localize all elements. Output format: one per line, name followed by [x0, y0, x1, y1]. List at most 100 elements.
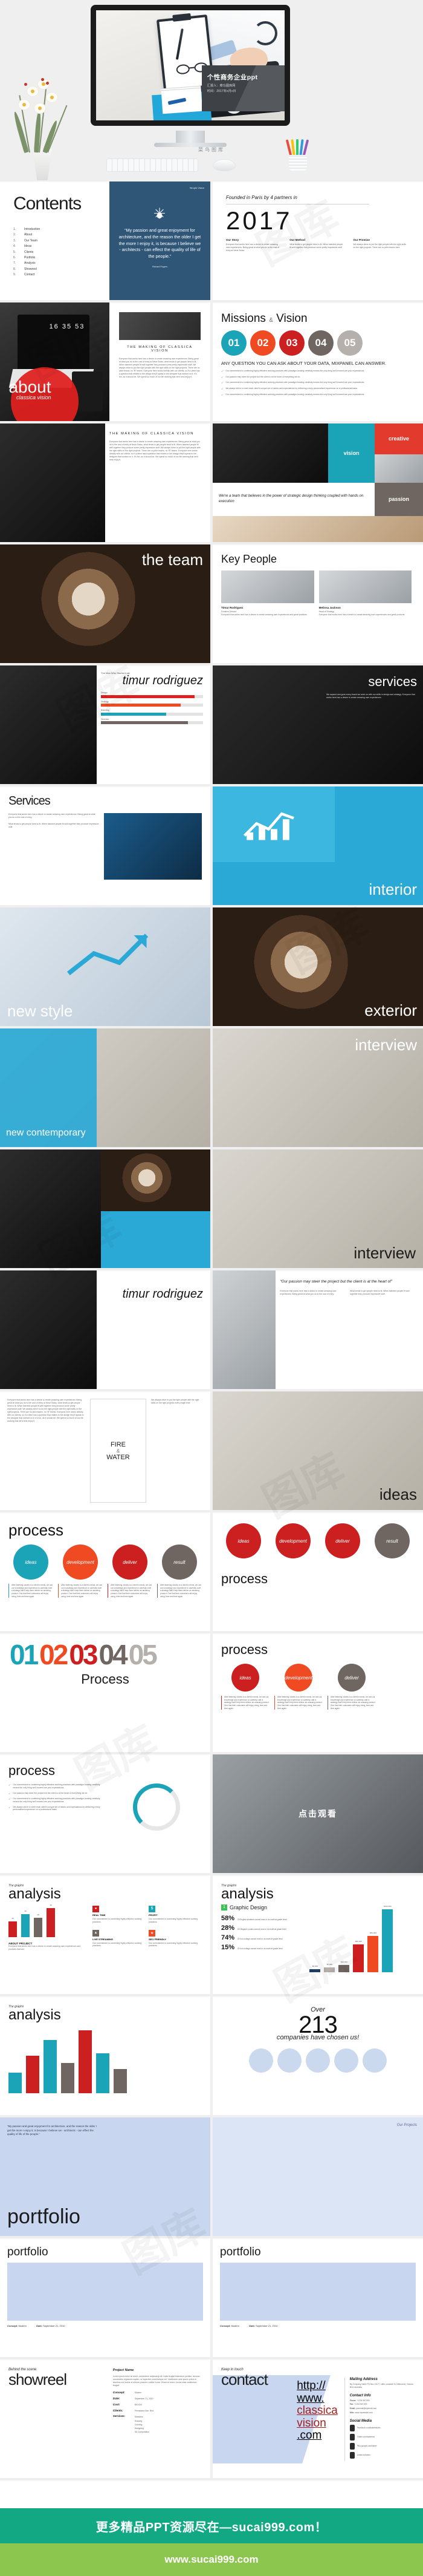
list-item[interactable]: 6. Portfolio	[13, 256, 109, 260]
slide-watch-video[interactable]: 点击观看	[213, 1754, 423, 1873]
watch-label-cn: 点击观看	[299, 1809, 337, 1819]
list-index: 1.	[13, 227, 16, 231]
list-item[interactable]: 5. Clients	[13, 250, 109, 254]
contents-quote-author: Richard Rogers	[152, 265, 167, 268]
showreel-title: showreel	[8, 2370, 67, 2388]
project-field: Date: September 21, 2010	[113, 2397, 202, 2401]
slide-portfolio-card-a[interactable]: portfolio Concept: Modern Date: Septembe…	[0, 2238, 210, 2357]
photo-writing-hand	[0, 665, 97, 784]
twitter-icon	[349, 2433, 355, 2440]
list-item[interactable]: 2. About	[13, 233, 109, 237]
info-value: +1234 567 890	[357, 2399, 370, 2402]
promo-banner-lime[interactable]: www.sucai999.com	[0, 2543, 423, 2576]
slide-portfolio-card-b[interactable]: portfolio Concept: Modern Date: Septembe…	[213, 2238, 423, 2357]
date-label: Date:	[36, 2324, 43, 2327]
list-item[interactable]: 4. Ideas	[13, 244, 109, 248]
slide-exterior[interactable]: exterior	[213, 907, 423, 1026]
skill-bar	[101, 695, 203, 698]
list-item[interactable]: 8. Showreel	[13, 267, 109, 271]
check-item: ✓ Our commitment to combining highly effe…	[8, 1797, 106, 1803]
social-row[interactable]: Plus.google.com/kaiser	[349, 2442, 416, 2450]
social-row[interactable]: Facebook.com/kaiserstudio	[349, 2424, 416, 2431]
process-step-text: After listening closely to a client's ne…	[157, 1584, 202, 1598]
photo-desk-warm	[213, 515, 423, 542]
info-key: Fax:	[349, 2403, 354, 2406]
slide-over-companies[interactable]: Over 213 companies have chosen us!	[213, 1996, 423, 2115]
process-step: deliver After listening closely to a cli…	[328, 1664, 376, 1710]
slide-services-light[interactable]: Services Everyone that works here has a …	[0, 786, 210, 905]
slide-analysis-3[interactable]: The graphs analysis	[0, 1996, 210, 2115]
list-item[interactable]: 1. Introduction	[13, 227, 109, 231]
slide-portfolio-hero-right[interactable]: Our Projects	[213, 2117, 423, 2236]
check-icon: ✓	[221, 387, 224, 391]
ideas-word: ideas	[379, 1485, 417, 1503]
slide-person-mosaic[interactable]	[0, 1149, 210, 1268]
process-step: result After listening closely to a clie…	[157, 1545, 202, 1598]
portfolio-word: portfolio	[7, 2205, 80, 2228]
contact-url[interactable]: http:// www. classica vision .com	[297, 2379, 338, 2442]
slide-about-alt[interactable]: THE MAKING OF CLASSICA VISION Everyone t…	[0, 423, 210, 542]
team-word: the team	[141, 551, 203, 569]
promo-banner-green[interactable]: 更多精品PPT资源尽在—sucai999.com！	[0, 2508, 423, 2543]
slide-passion-quote[interactable]: “Our passion may steer the project but t…	[213, 1270, 423, 1389]
slide-analysis-1[interactable]: The graphs analysis 20 35 28 46 ABOUT PR…	[0, 1875, 210, 1994]
slide-founded[interactable]: Founded in Paris by 4 partners in 2017 O…	[213, 181, 423, 300]
social-row[interactable]: Twitter.com/kaiserart	[349, 2433, 416, 2440]
person-card[interactable]: Timur Rodriguez Creative Director Everyo…	[221, 570, 314, 616]
slide-timur-quote[interactable]: timur rodriguez	[0, 1270, 210, 1389]
missions-amp: &	[269, 317, 273, 324]
donut-chart	[133, 1783, 181, 1831]
slide-interview-2[interactable]: interview	[213, 1149, 423, 1268]
slide-new-style[interactable]: new style	[0, 907, 210, 1026]
card-icon: ▲	[92, 1929, 100, 1937]
slide-missions-vision[interactable]: Missions & Vision 01 02 03 04 05 ANY QUE…	[213, 302, 423, 421]
check-item: ✓ Our commitment to combining highly effe…	[221, 370, 415, 373]
list-index: 8.	[13, 267, 16, 271]
founded-column: Our Promise We always strive to put the …	[353, 238, 408, 252]
slide-fire-water[interactable]: Everyone that works here has a desire to…	[0, 1391, 210, 1510]
person-bio: Everyone that works here has a desire to…	[221, 613, 308, 616]
social-row[interactable]: Linked.in/kaiser	[349, 2451, 416, 2459]
slide-process-a[interactable]: process ideas After listening closely to…	[0, 1512, 210, 1631]
slide-interview[interactable]: interview	[213, 1028, 423, 1147]
slide-contact[interactable]: Keep in touch contact http:// www. class…	[213, 2359, 423, 2478]
skill-bar	[101, 721, 203, 724]
slide-man-who-started[interactable]: The Man Who Started it all timur rodrigu…	[0, 665, 210, 784]
portfolio-image-frame	[7, 2263, 203, 2321]
slide-services-dark[interactable]: services We expand and grow every brand …	[213, 665, 423, 784]
chart-icon	[243, 811, 294, 840]
slide-process-info[interactable]: process ✓ Our commitment to combining hig…	[0, 1754, 210, 1873]
slide-analysis-2[interactable]: The graphs analysis 1 Graphic Design 58%…	[213, 1875, 423, 1994]
stat-row: 74% Of non-college cannot read or do mat…	[221, 1934, 303, 1941]
slide-process-c[interactable]: process ideas After listening closely to…	[213, 1633, 423, 1752]
slide-new-contemporary[interactable]: new contemporary	[0, 1028, 210, 1147]
slide-team[interactable]: the team	[0, 544, 210, 663]
field-value: Primadona Sdn. Bhd.	[134, 2409, 155, 2412]
bar-value: $3,000	[312, 1964, 318, 1967]
social-heading: Social Media	[349, 2419, 372, 2423]
list-item[interactable]: 3. Our Team	[13, 239, 109, 243]
slide-contents[interactable]: Contents 1. Introduction 2. About 3. Our Te…	[0, 181, 210, 300]
skill-label: Direction	[101, 718, 109, 721]
process-title: process	[8, 1521, 64, 1539]
process-circle: deliver	[112, 1545, 147, 1580]
slide-key-people[interactable]: Key People Timur Rodriguez Creative Dire…	[213, 544, 423, 663]
slide-portfolio-hero-left[interactable]: “My passion and great enjoyment for arch…	[0, 2117, 210, 2236]
slide-about[interactable]: 16 35 53 about classica vision THE MAKIN…	[0, 302, 210, 421]
slide-showreel[interactable]: Behind the scene showreel Project Name L…	[0, 2359, 210, 2478]
person-card[interactable]: Melissa Jackson Head of Strategy Everyon…	[318, 570, 412, 616]
list-item[interactable]: 7. Analysis	[13, 261, 109, 265]
slide-interior[interactable]: interior	[213, 786, 423, 905]
list-label: Analysis	[24, 261, 36, 266]
number-circle: 01	[221, 330, 247, 356]
slide-process-b[interactable]: ideas development deliver result process	[213, 1512, 423, 1631]
slide-ideas[interactable]: ideas	[213, 1391, 423, 1510]
person-name: Melissa Jackson	[318, 606, 341, 609]
slide-row: 16 35 53 about classica vision THE MAKIN…	[0, 302, 423, 421]
list-item[interactable]: 9. Contact	[13, 273, 109, 276]
slide-vision-tiles[interactable]: vision creative We're a team that believ…	[213, 423, 423, 542]
slide-numbers[interactable]: 01 02 03 04 05 Process	[0, 1633, 210, 1752]
process-circle: result	[375, 1523, 410, 1558]
man-who-name: timur rodriguez	[122, 674, 203, 687]
check-item: ✓ Our passion may steer the project but t…	[8, 1792, 106, 1796]
